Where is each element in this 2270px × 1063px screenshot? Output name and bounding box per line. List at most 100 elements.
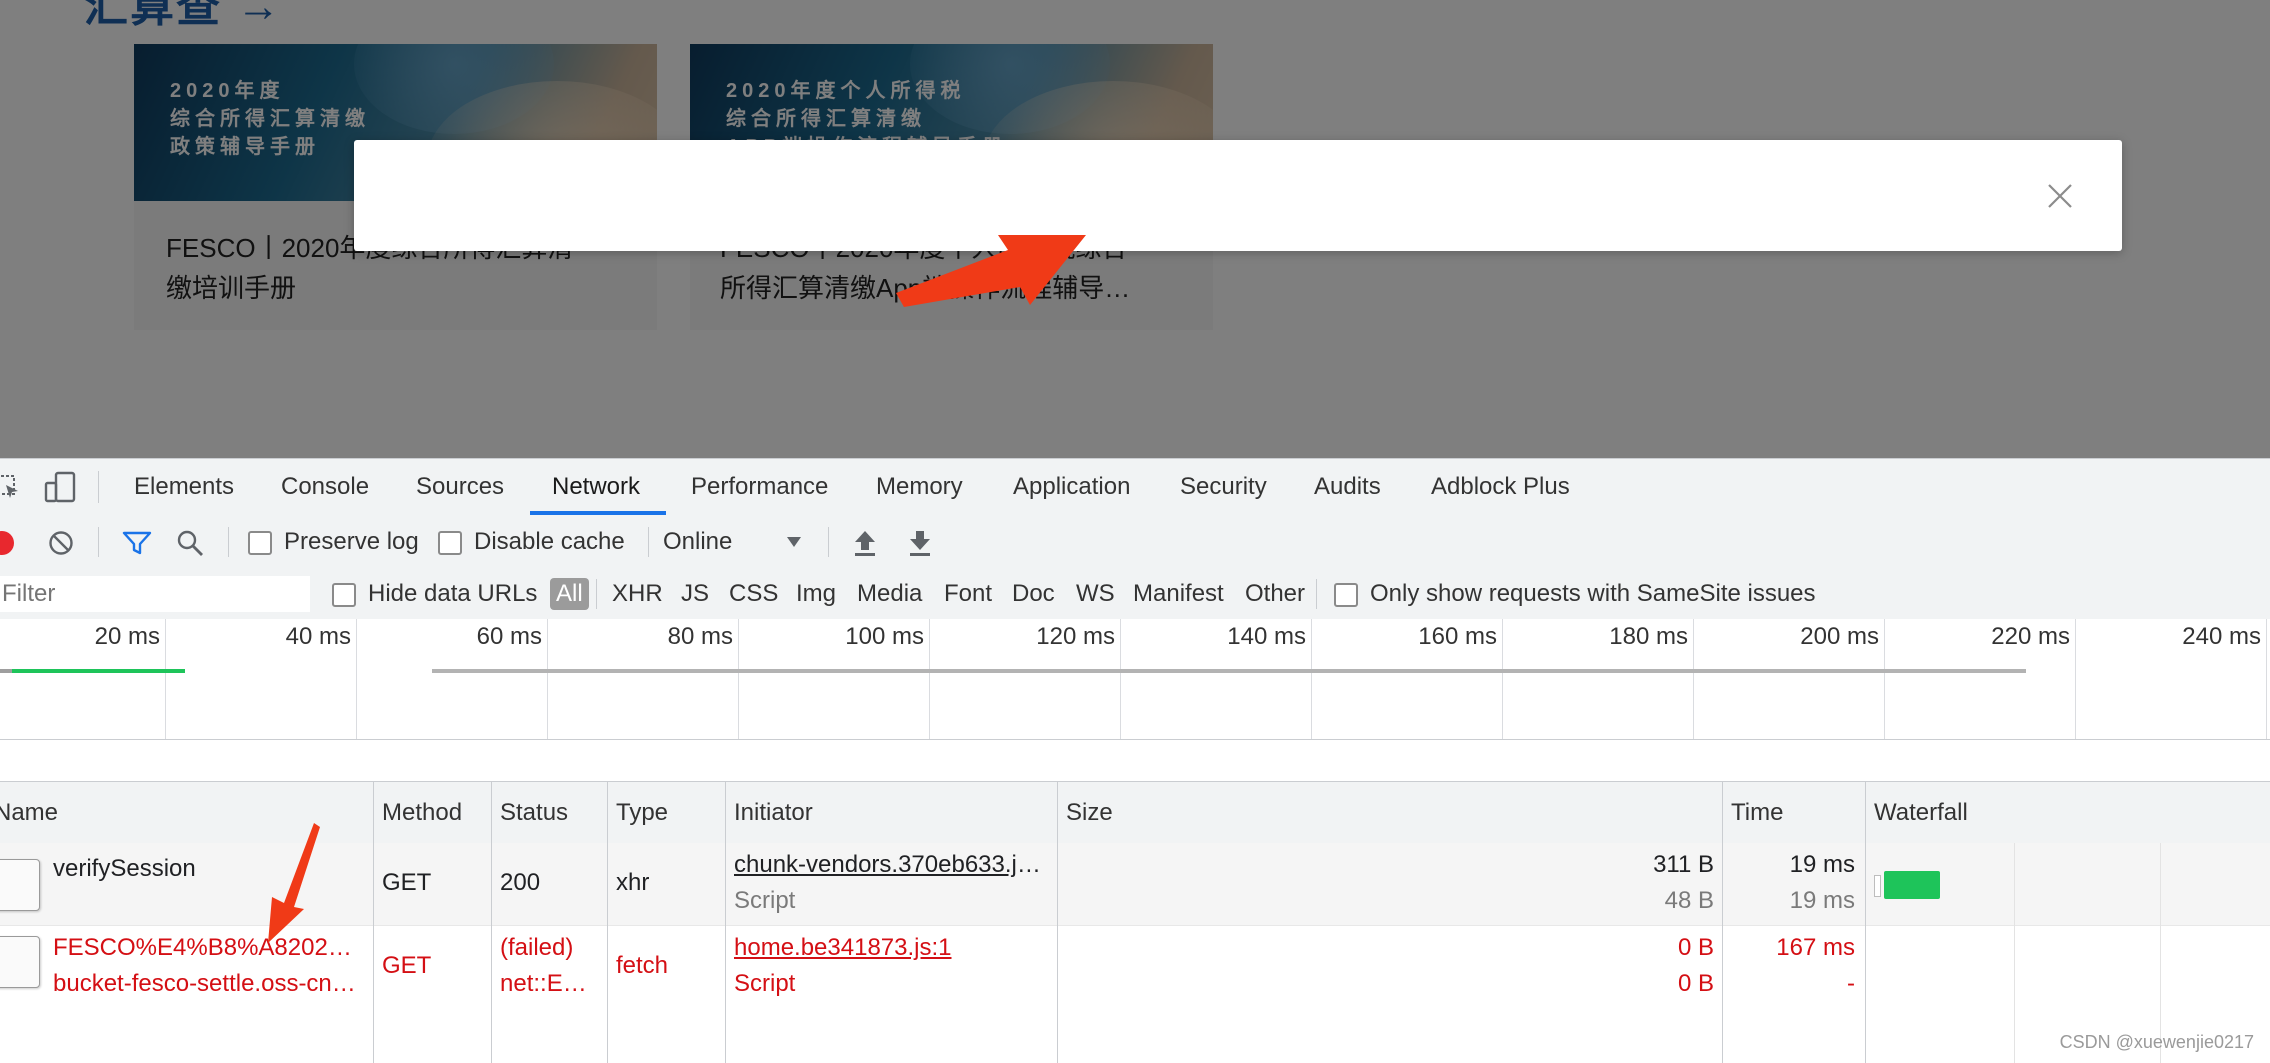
column-header-time[interactable]: Time bbox=[1731, 782, 1783, 844]
dropdown-arrow-icon[interactable] bbox=[786, 536, 802, 548]
requests-table-header: Name Method Status Type Initiator Size T… bbox=[0, 781, 2270, 845]
request-resource-size: 0 B bbox=[1677, 970, 1714, 997]
modal-dialog bbox=[354, 140, 2122, 251]
filter-type-js[interactable]: JS bbox=[681, 569, 709, 619]
filter-icon[interactable] bbox=[122, 530, 152, 556]
hide-data-urls-checkbox[interactable] bbox=[332, 583, 356, 607]
tab-adblock-plus[interactable]: Adblock Plus bbox=[1431, 459, 1570, 515]
request-initiator-type: Script bbox=[734, 887, 796, 914]
tab-application[interactable]: Application bbox=[1013, 459, 1130, 515]
timeline-tick: 20 ms bbox=[94, 623, 160, 650]
waterfall-queue-bar bbox=[1874, 875, 1881, 897]
waterfall-bar bbox=[1884, 871, 1940, 899]
preserve-log-label: Preserve log bbox=[284, 528, 419, 555]
close-icon[interactable] bbox=[2046, 182, 2074, 210]
timeline-tick: 140 ms bbox=[1227, 623, 1306, 650]
filter-type-css[interactable]: CSS bbox=[729, 569, 778, 619]
request-type: xhr bbox=[616, 869, 650, 896]
disable-cache-label: Disable cache bbox=[474, 528, 625, 555]
column-header-size[interactable]: Size bbox=[1066, 782, 1113, 844]
request-domain: bucket-fesco-settle.oss-cn-beijing.aliyu… bbox=[53, 970, 358, 997]
request-initiator-link[interactable]: chunk-vendors.370eb633.js:1 bbox=[734, 851, 1048, 879]
timeline-tick: 100 ms bbox=[845, 623, 924, 650]
timeline-tick: 180 ms bbox=[1609, 623, 1688, 650]
timeline-tick: 120 ms bbox=[1036, 623, 1115, 650]
column-header-status[interactable]: Status bbox=[500, 782, 568, 844]
tab-audits[interactable]: Audits bbox=[1314, 459, 1381, 515]
file-icon bbox=[0, 936, 40, 988]
tab-memory[interactable]: Memory bbox=[876, 459, 963, 515]
samesite-checkbox[interactable] bbox=[1334, 583, 1358, 607]
request-resource-size: 48 B bbox=[1664, 887, 1714, 914]
web-page: 汇算查 → 2020年度 综合所得汇算清缴 政策辅导手册 FESCO丨2020年… bbox=[0, 0, 2270, 458]
request-status: 200 bbox=[500, 869, 541, 896]
tab-security[interactable]: Security bbox=[1180, 459, 1267, 515]
filter-type-xhr[interactable]: XHR bbox=[612, 569, 663, 619]
devtools-tabbar: Elements Console Sources Network Perform… bbox=[0, 459, 2270, 516]
table-row[interactable]: verifySession GET 200 xhr chunk-vendors.… bbox=[0, 843, 2270, 926]
samesite-label: Only show requests with SameSite issues bbox=[1370, 580, 1816, 607]
timeline-request-bar bbox=[432, 669, 2026, 673]
devtools-panel: Elements Console Sources Network Perform… bbox=[0, 458, 2270, 1063]
timeline-tick: 240 ms bbox=[2182, 623, 2261, 650]
tab-network[interactable]: Network bbox=[552, 459, 640, 515]
request-latency: 19 ms bbox=[1789, 887, 1855, 914]
throttling-select[interactable]: Online bbox=[663, 515, 732, 569]
search-icon[interactable] bbox=[176, 529, 204, 557]
filter-type-ws[interactable]: WS bbox=[1076, 569, 1115, 619]
timeline-tick: 40 ms bbox=[285, 623, 351, 650]
request-status-error: net::ERR_FAILED bbox=[500, 970, 592, 997]
filter-type-media[interactable]: Media bbox=[857, 569, 922, 619]
export-har-icon[interactable] bbox=[908, 529, 932, 557]
request-type: fetch bbox=[616, 952, 669, 979]
timeline-tick: 220 ms bbox=[1991, 623, 2070, 650]
request-size: 311 B bbox=[1653, 851, 1714, 878]
tab-performance[interactable]: Performance bbox=[691, 459, 828, 515]
request-status: (failed) bbox=[500, 934, 574, 961]
timeline-tick: 160 ms bbox=[1418, 623, 1497, 650]
request-time: 19 ms bbox=[1789, 851, 1855, 878]
inspect-element-icon[interactable] bbox=[0, 473, 22, 501]
filter-input[interactable] bbox=[0, 576, 310, 612]
request-method: GET bbox=[382, 869, 432, 896]
column-header-method[interactable]: Method bbox=[382, 782, 462, 844]
request-time: 167 ms bbox=[1776, 934, 1855, 961]
disable-cache-checkbox[interactable] bbox=[438, 531, 462, 555]
hide-data-urls-label: Hide data URLs bbox=[368, 580, 538, 607]
tab-elements[interactable]: Elements bbox=[134, 459, 234, 515]
column-header-type[interactable]: Type bbox=[616, 782, 668, 844]
import-har-icon[interactable] bbox=[853, 529, 877, 557]
preserve-log-checkbox[interactable] bbox=[248, 531, 272, 555]
timeline-request-bar bbox=[12, 669, 185, 673]
request-name: FESCO%E4%B8%A82020%E5%B9%B4%E5%BA%A6 bbox=[53, 934, 358, 961]
tab-sources[interactable]: Sources bbox=[416, 459, 504, 515]
filter-type-other[interactable]: Other bbox=[1245, 569, 1305, 619]
tab-console[interactable]: Console bbox=[281, 459, 369, 515]
device-toolbar-icon[interactable] bbox=[44, 471, 78, 503]
clear-icon[interactable] bbox=[48, 530, 74, 556]
filter-type-manifest[interactable]: Manifest bbox=[1133, 569, 1224, 619]
watermark: CSDN @xuewenjie0217 bbox=[2059, 1032, 2254, 1052]
filter-bar: Hide data URLs All XHR JS CSS Img Media … bbox=[0, 569, 2270, 620]
request-size: 0 B bbox=[1677, 934, 1714, 961]
filter-type-font[interactable]: Font bbox=[944, 569, 992, 619]
file-icon bbox=[0, 859, 40, 911]
timeline-tick: 80 ms bbox=[667, 623, 733, 650]
request-method: GET bbox=[382, 952, 432, 979]
column-header-waterfall[interactable]: Waterfall bbox=[1874, 782, 1968, 844]
request-name: verifySession bbox=[53, 855, 196, 882]
requests-table-body: verifySession GET 200 xhr chunk-vendors.… bbox=[0, 781, 2270, 1063]
table-row[interactable]: FESCO%E4%B8%A82020%E5%B9%B4%E5%BA%A6 buc… bbox=[0, 926, 2270, 1016]
record-icon[interactable] bbox=[0, 531, 14, 555]
filter-type-all[interactable]: All bbox=[550, 578, 589, 610]
filter-type-doc[interactable]: Doc bbox=[1012, 569, 1055, 619]
request-latency: - bbox=[1847, 970, 1855, 997]
request-initiator-type: Script bbox=[734, 970, 796, 997]
network-toolbar: Preserve log Disable cache Online bbox=[0, 515, 2270, 570]
overview-timeline[interactable]: 20 ms 40 ms 60 ms 80 ms 100 ms 120 ms 14… bbox=[0, 619, 2270, 740]
filter-type-img[interactable]: Img bbox=[796, 569, 836, 619]
request-initiator-link[interactable]: home.be341873.js:1 bbox=[734, 934, 1048, 962]
timeline-request-bar bbox=[0, 669, 12, 673]
column-header-initiator[interactable]: Initiator bbox=[734, 782, 813, 844]
column-header-name[interactable]: Name bbox=[0, 782, 58, 844]
